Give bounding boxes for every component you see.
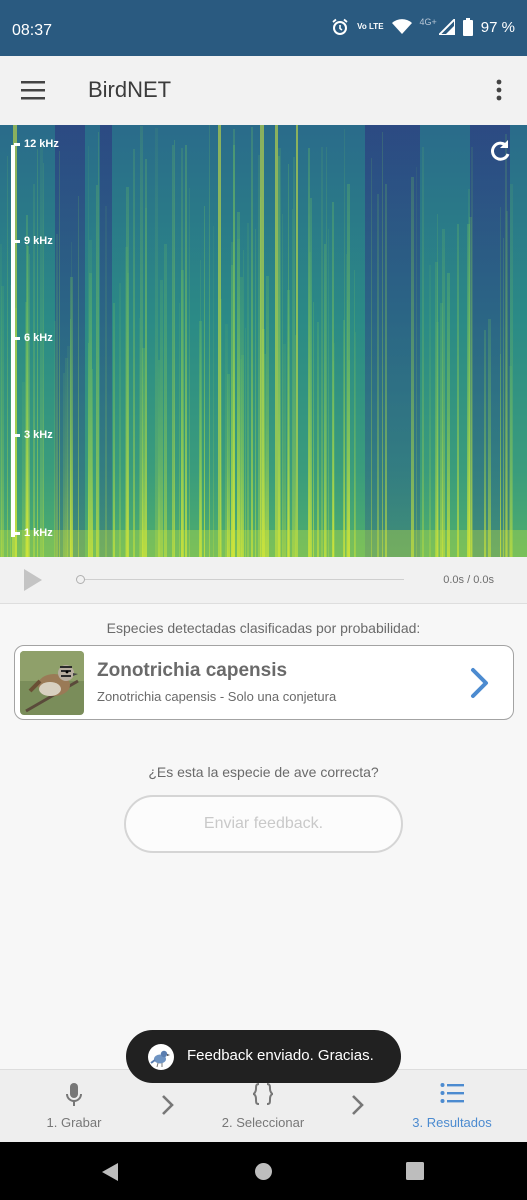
species-thumbnail — [20, 651, 84, 715]
app-bar: BirdNET — [0, 56, 527, 125]
freq-label: 12 kHz — [14, 138, 59, 150]
hamburger-menu-icon[interactable] — [21, 78, 47, 102]
home-icon[interactable] — [254, 1162, 273, 1186]
list-icon — [440, 1082, 464, 1109]
nav-label: 2. Seleccionar — [221, 1115, 305, 1130]
overflow-menu-icon[interactable] — [489, 78, 509, 102]
freq-label: 1 kHz — [14, 527, 53, 539]
chevron-right-icon — [350, 1094, 366, 1116]
chevron-right-icon[interactable] — [469, 666, 491, 700]
toast-notification: Feedback enviado. Gracias. — [126, 1030, 401, 1083]
birdnet-logo-icon — [148, 1044, 174, 1070]
freq-label: 3 kHz — [14, 429, 53, 441]
recents-icon[interactable] — [406, 1162, 424, 1185]
signal-icon — [438, 19, 455, 35]
back-icon[interactable] — [101, 1162, 119, 1187]
play-icon[interactable] — [22, 567, 44, 593]
status-icons: Vo LTE 4G+ 97 % — [331, 17, 515, 36]
status-bar: 08:37 Vo LTE 4G+ 97 % — [0, 0, 527, 56]
microphone-icon — [65, 1082, 83, 1113]
spectrogram-image — [0, 125, 527, 557]
volte-icon: Vo LTE — [357, 22, 384, 31]
screen: 08:37 Vo LTE 4G+ 97 % BirdNET 12 kHz 9 k… — [0, 0, 527, 1200]
nav-item-grabar[interactable]: 1. Grabar — [14, 1070, 134, 1143]
species-name: Zonotrichia capensis — [97, 660, 288, 681]
audio-player: 0.0s / 0.0s — [0, 557, 527, 604]
network-type: 4G+ — [419, 17, 437, 27]
toast-text: Feedback enviado. Gracias. — [187, 1047, 374, 1064]
nav-item-resultados[interactable]: 3. Resultados — [392, 1070, 512, 1143]
species-subtitle: Zonotrichia capensis - Solo una conjetur… — [97, 689, 337, 704]
seek-knob[interactable] — [76, 575, 85, 584]
battery-level: 97 % — [480, 18, 515, 36]
alarm-icon — [331, 18, 349, 36]
nav-label: 1. Grabar — [46, 1115, 102, 1130]
freq-label: 6 kHz — [14, 332, 53, 344]
species-result-card[interactable]: Zonotrichia capensis Zonotrichia capensi… — [14, 645, 514, 720]
status-time: 08:37 — [12, 22, 53, 39]
time-readout: 0.0s / 0.0s — [443, 574, 494, 586]
freq-label: 9 kHz — [14, 235, 53, 247]
nav-label: 3. Resultados — [412, 1115, 492, 1130]
refresh-icon[interactable] — [487, 138, 513, 164]
system-navigation-bar — [0, 1142, 527, 1200]
app-title: BirdNET — [88, 77, 172, 102]
spectrogram[interactable]: 12 kHz 9 kHz 6 kHz 3 kHz 1 kHz — [0, 125, 527, 557]
feedback-question: ¿Es esta la especie de ave correcta? — [148, 764, 379, 780]
chevron-right-icon — [160, 1094, 176, 1116]
send-feedback-button[interactable]: Enviar feedback. — [124, 795, 403, 853]
battery-icon — [462, 18, 473, 36]
results-caption: Especies detectadas clasificadas por pro… — [106, 620, 421, 636]
braces-icon — [252, 1082, 274, 1111]
seek-bar[interactable] — [80, 579, 404, 580]
wifi-icon — [391, 19, 412, 35]
